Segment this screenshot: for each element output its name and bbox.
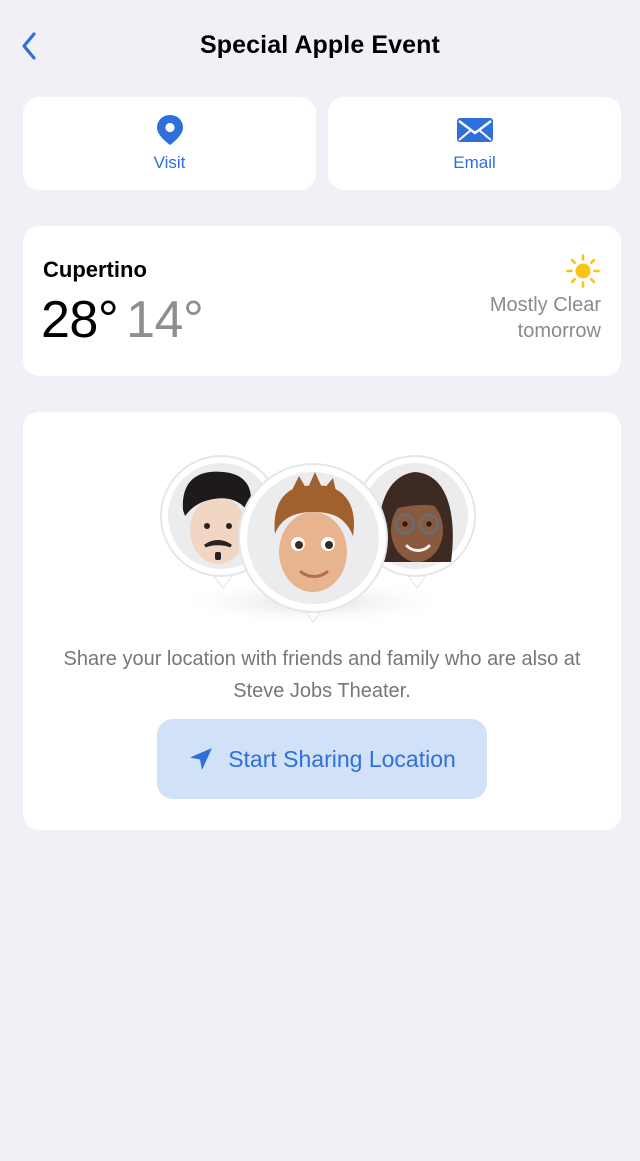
- temperature-high: 28°: [41, 291, 119, 349]
- email-label: Email: [453, 153, 496, 172]
- weather-card[interactable]: Cupertino 28° 14° Mostly Clear tomorrow: [23, 226, 621, 376]
- temperature-low: 14°: [126, 291, 204, 349]
- weather-temperatures: 28° 14°: [41, 290, 204, 350]
- weather-condition-day: tomorrow: [517, 320, 601, 342]
- navigation-bar: Special Apple Event: [0, 0, 640, 92]
- share-description: Share your location with friends and fam…: [63, 648, 581, 702]
- start-sharing-location-button[interactable]: Start Sharing Location: [157, 719, 487, 799]
- weather-condition-text: Mostly Clear: [489, 294, 601, 316]
- sun-icon: [566, 254, 600, 288]
- share-location-card: Share your location with friends and fam…: [23, 412, 621, 830]
- weather-condition: Mostly Clear tomorrow: [490, 292, 601, 344]
- visit-button[interactable]: Visit: [23, 97, 316, 190]
- friends-avatars: [160, 455, 476, 626]
- map-pin-icon: [155, 112, 185, 148]
- visit-label: Visit: [153, 153, 186, 172]
- start-sharing-location-label: Start Sharing Location: [228, 745, 456, 772]
- weather-city: Cupertino: [43, 257, 147, 282]
- page-title: Special Apple Event: [200, 31, 440, 59]
- location-arrow-icon: [190, 748, 213, 770]
- envelope-icon: [456, 112, 494, 148]
- email-button[interactable]: Email: [328, 97, 621, 190]
